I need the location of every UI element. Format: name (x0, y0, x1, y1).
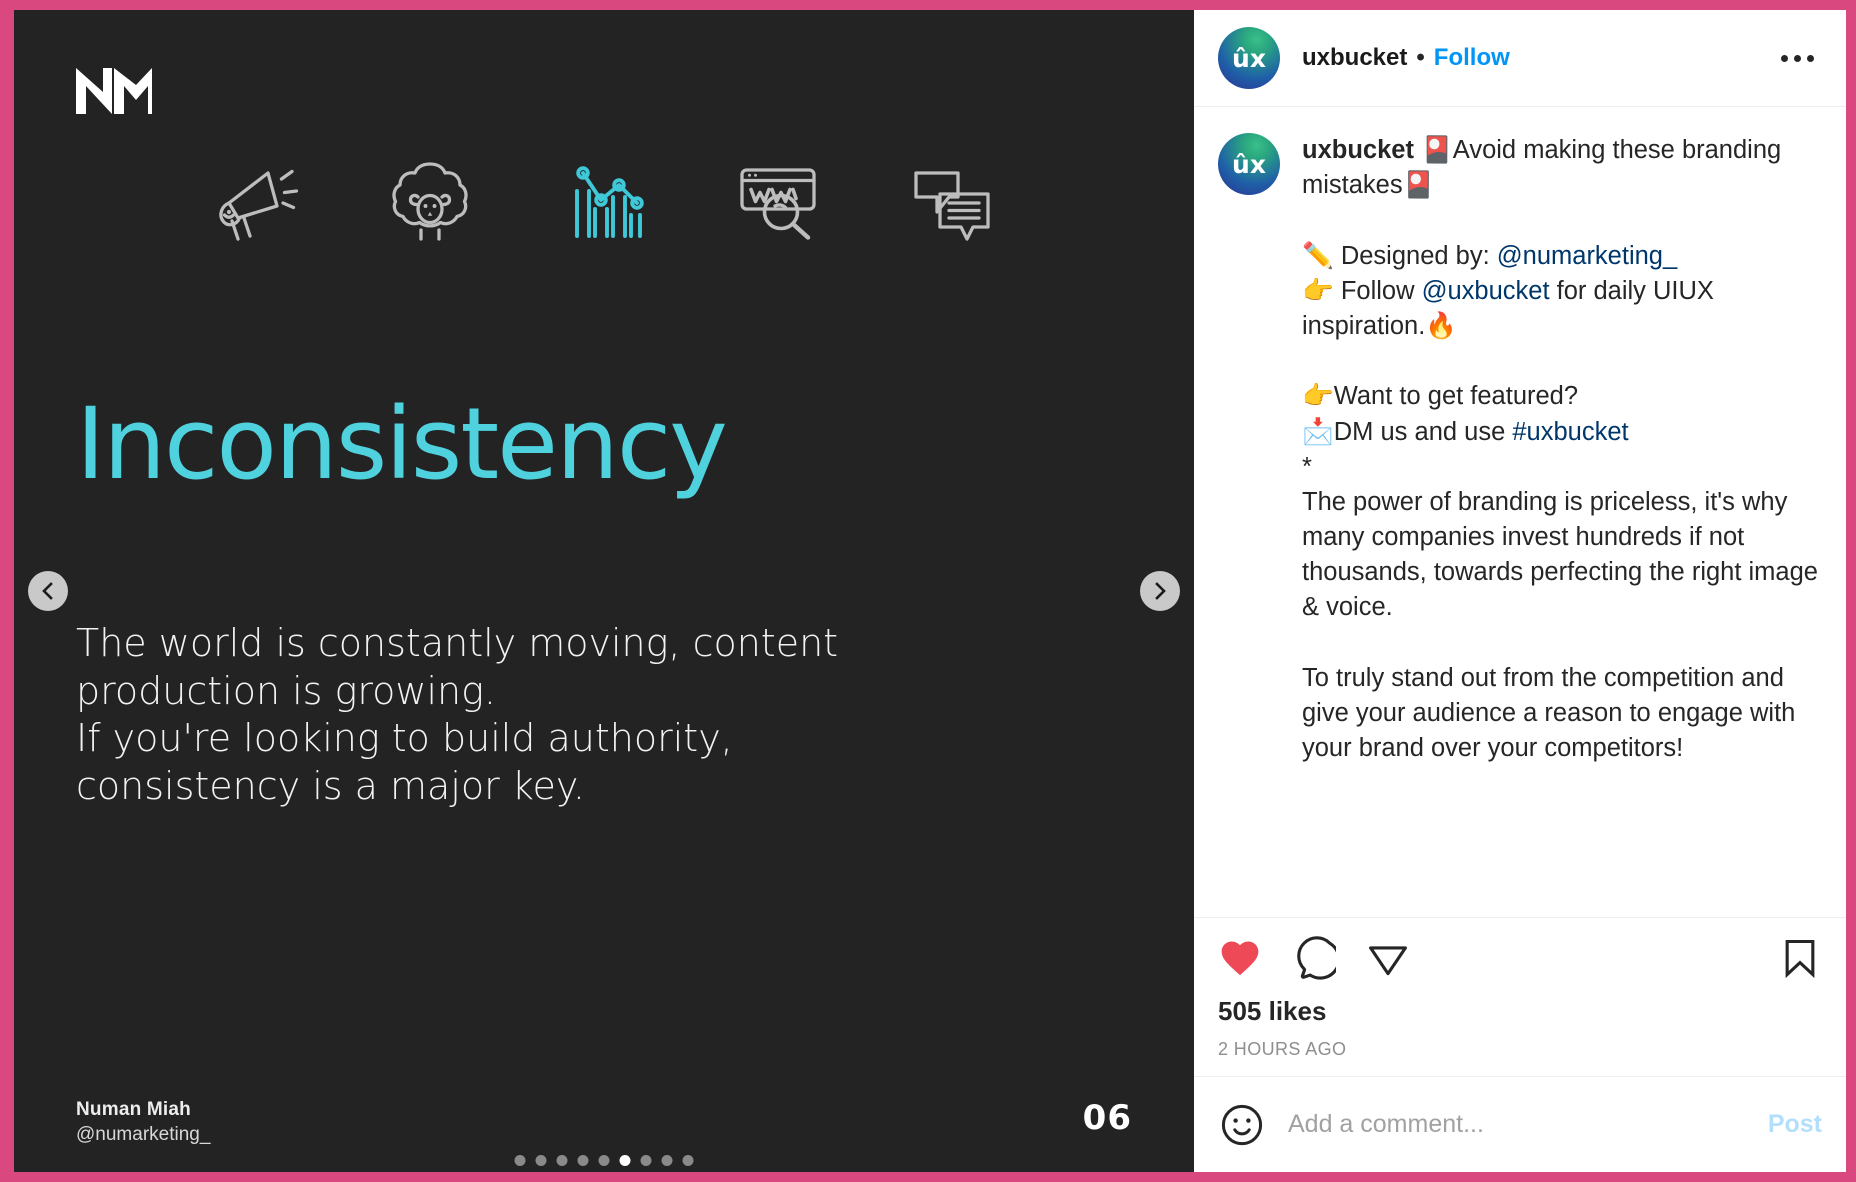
author-name: Numan Miah (76, 1098, 191, 1120)
post-comment-button[interactable]: Post (1768, 1110, 1822, 1139)
more-options-icon[interactable] (1771, 45, 1824, 72)
www-search-icon (740, 168, 816, 240)
author-handle: @numarketing_ (76, 1124, 211, 1146)
carousel-dot[interactable] (556, 1155, 568, 1166)
sheep-icon (392, 162, 468, 241)
comment-bubble-icon[interactable] (1292, 936, 1336, 980)
carousel-dot[interactable] (661, 1155, 673, 1166)
chevron-right-icon (1155, 582, 1166, 600)
carousel-dots[interactable] (514, 1155, 694, 1166)
post-timestamp: 2 HOURS AGO (1218, 1039, 1347, 1059)
avatar[interactable]: ûx (1218, 27, 1280, 89)
carousel-dot[interactable] (640, 1155, 652, 1166)
slide-number-badge: 06 (1082, 1098, 1132, 1138)
caption-area: ûx uxbucket 🎴Avoid making these branding… (1194, 107, 1846, 917)
comment-input[interactable] (1288, 1110, 1768, 1139)
carousel-dot[interactable] (535, 1155, 547, 1166)
instagram-post-screen: Inconsistency The world is constantly mo… (0, 0, 1856, 1182)
comment-bar: Post (1194, 1076, 1846, 1172)
carousel-dot[interactable] (577, 1155, 589, 1166)
caption-row: ûx uxbucket 🎴Avoid making these branding… (1218, 133, 1822, 766)
chat-bubbles-icon (914, 171, 990, 241)
post-header: ûx uxbucket • Follow (1194, 10, 1846, 107)
like-heart-icon[interactable] (1218, 936, 1262, 980)
header-separator: • (1416, 44, 1425, 71)
action-icons-row (1218, 936, 1822, 980)
nm-monogram-logo (76, 68, 152, 114)
megaphone-icon (219, 169, 299, 241)
post-actions: 505 likes 2 HOURS AGO (1194, 917, 1846, 1076)
caption-avatar-wrap: ûx (1218, 133, 1280, 195)
follow-button[interactable]: Follow (1434, 44, 1510, 72)
likes-count[interactable]: 505 likes (1218, 996, 1822, 1027)
carousel-media: Inconsistency The world is constantly mo… (14, 10, 1194, 1172)
share-paperplane-icon[interactable] (1366, 936, 1410, 980)
post-sidebar: ûx uxbucket • Follow ûx uxbucket 🎴Avoid … (1194, 10, 1846, 1172)
slide-title: Inconsistency (76, 387, 728, 502)
caption-link[interactable]: @numarketing_ (1497, 242, 1677, 270)
header-username[interactable]: uxbucket (1302, 44, 1407, 72)
caption-link[interactable]: @uxbucket (1422, 277, 1550, 305)
carousel-prev-button[interactable] (28, 571, 68, 611)
carousel-dot[interactable] (682, 1155, 694, 1166)
slide-icon-row (14, 152, 1194, 248)
save-bookmark-icon[interactable] (1778, 936, 1822, 980)
caption-link[interactable]: #uxbucket (1512, 418, 1628, 446)
caption-avatar[interactable]: ûx (1218, 133, 1280, 195)
caption-text: uxbucket 🎴Avoid making these branding mi… (1302, 136, 1818, 763)
carousel-next-button[interactable] (1140, 571, 1180, 611)
emoji-smiley-icon[interactable] (1218, 1101, 1266, 1149)
slide-attribution: Numan Miah @numarketing_ (76, 1097, 210, 1148)
slide-body-text: The world is constantly moving, content … (76, 621, 839, 808)
chevron-left-icon (42, 582, 53, 600)
carousel-dot[interactable] (598, 1155, 610, 1166)
carousel-dot[interactable] (619, 1155, 631, 1166)
carousel-dot[interactable] (514, 1155, 526, 1166)
caption-username[interactable]: uxbucket (1302, 136, 1414, 164)
analytics-chart-icon (575, 166, 644, 238)
